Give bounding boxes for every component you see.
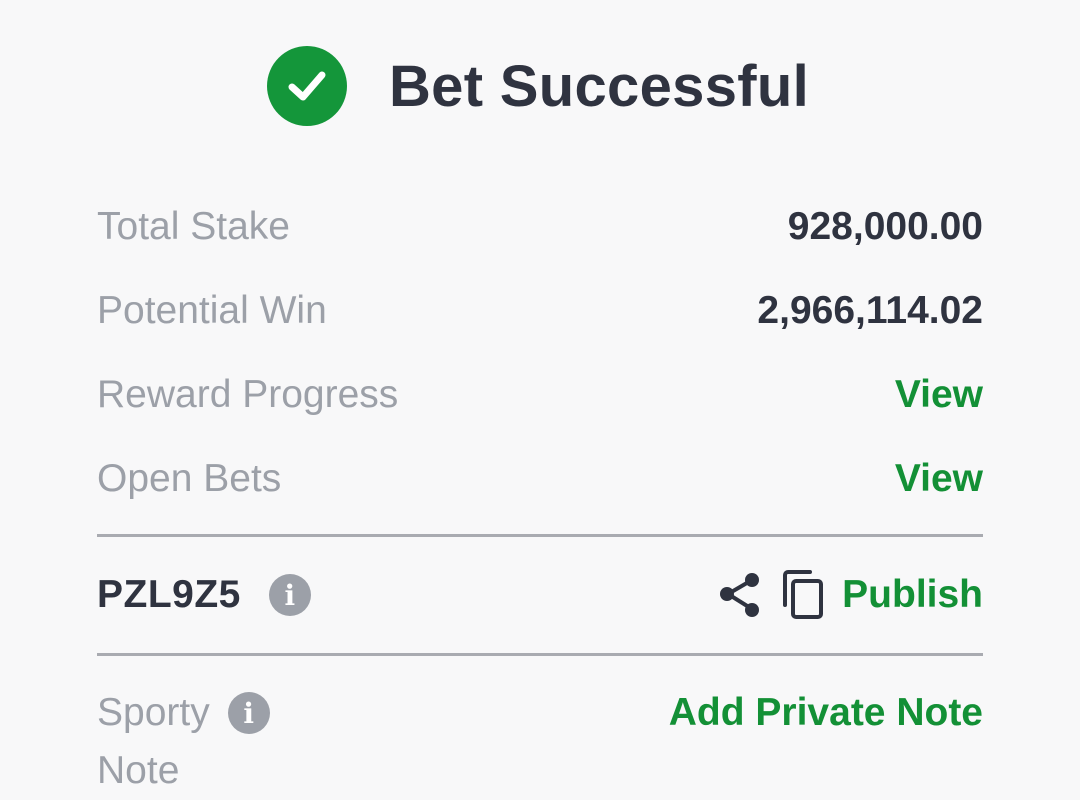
booking-code: PZL9Z5 bbox=[97, 573, 241, 616]
open-bets-label: Open Bets bbox=[97, 457, 282, 500]
potential-win-label: Potential Win bbox=[97, 289, 327, 332]
info-icon[interactable]: i bbox=[227, 692, 270, 734]
booking-code-group: PZL9Z5 i bbox=[97, 573, 311, 617]
potential-win-row: Potential Win 2,966,114.02 bbox=[97, 287, 983, 335]
booking-code-row: PZL9Z5 i Publish bbox=[97, 568, 983, 622]
reward-progress-view-link[interactable]: View bbox=[895, 373, 983, 417]
page-title: Bet Successful bbox=[388, 53, 810, 119]
success-header: Bet Successful bbox=[0, 46, 1080, 126]
potential-win-value: 2,966,114.02 bbox=[757, 289, 983, 332]
check-circle-icon bbox=[266, 46, 347, 126]
total-stake-row: Total Stake 928,000.00 bbox=[97, 203, 983, 251]
sporty-note-label-line1: Sporty bbox=[97, 691, 210, 734]
publish-button[interactable]: Publish bbox=[842, 573, 983, 617]
sporty-note-label-group: Sporty i Note bbox=[97, 684, 270, 800]
share-icon[interactable] bbox=[718, 571, 762, 619]
reward-progress-label: Reward Progress bbox=[97, 373, 399, 416]
total-stake-label: Total Stake bbox=[97, 205, 290, 248]
sporty-note-row: Sporty i Note Add Private Note bbox=[97, 684, 983, 800]
divider bbox=[97, 534, 983, 537]
open-bets-row: Open Bets View bbox=[97, 455, 983, 503]
open-bets-view-link[interactable]: View bbox=[895, 457, 983, 501]
info-icon[interactable]: i bbox=[268, 574, 311, 616]
add-private-note-button[interactable]: Add Private Note bbox=[669, 684, 983, 742]
booking-actions: Publish bbox=[718, 569, 983, 621]
reward-progress-row: Reward Progress View bbox=[97, 371, 983, 419]
divider bbox=[97, 653, 983, 656]
sporty-note-label-line2: Note bbox=[97, 749, 180, 792]
copy-icon[interactable] bbox=[780, 569, 826, 621]
total-stake-value: 928,000.00 bbox=[787, 205, 983, 248]
